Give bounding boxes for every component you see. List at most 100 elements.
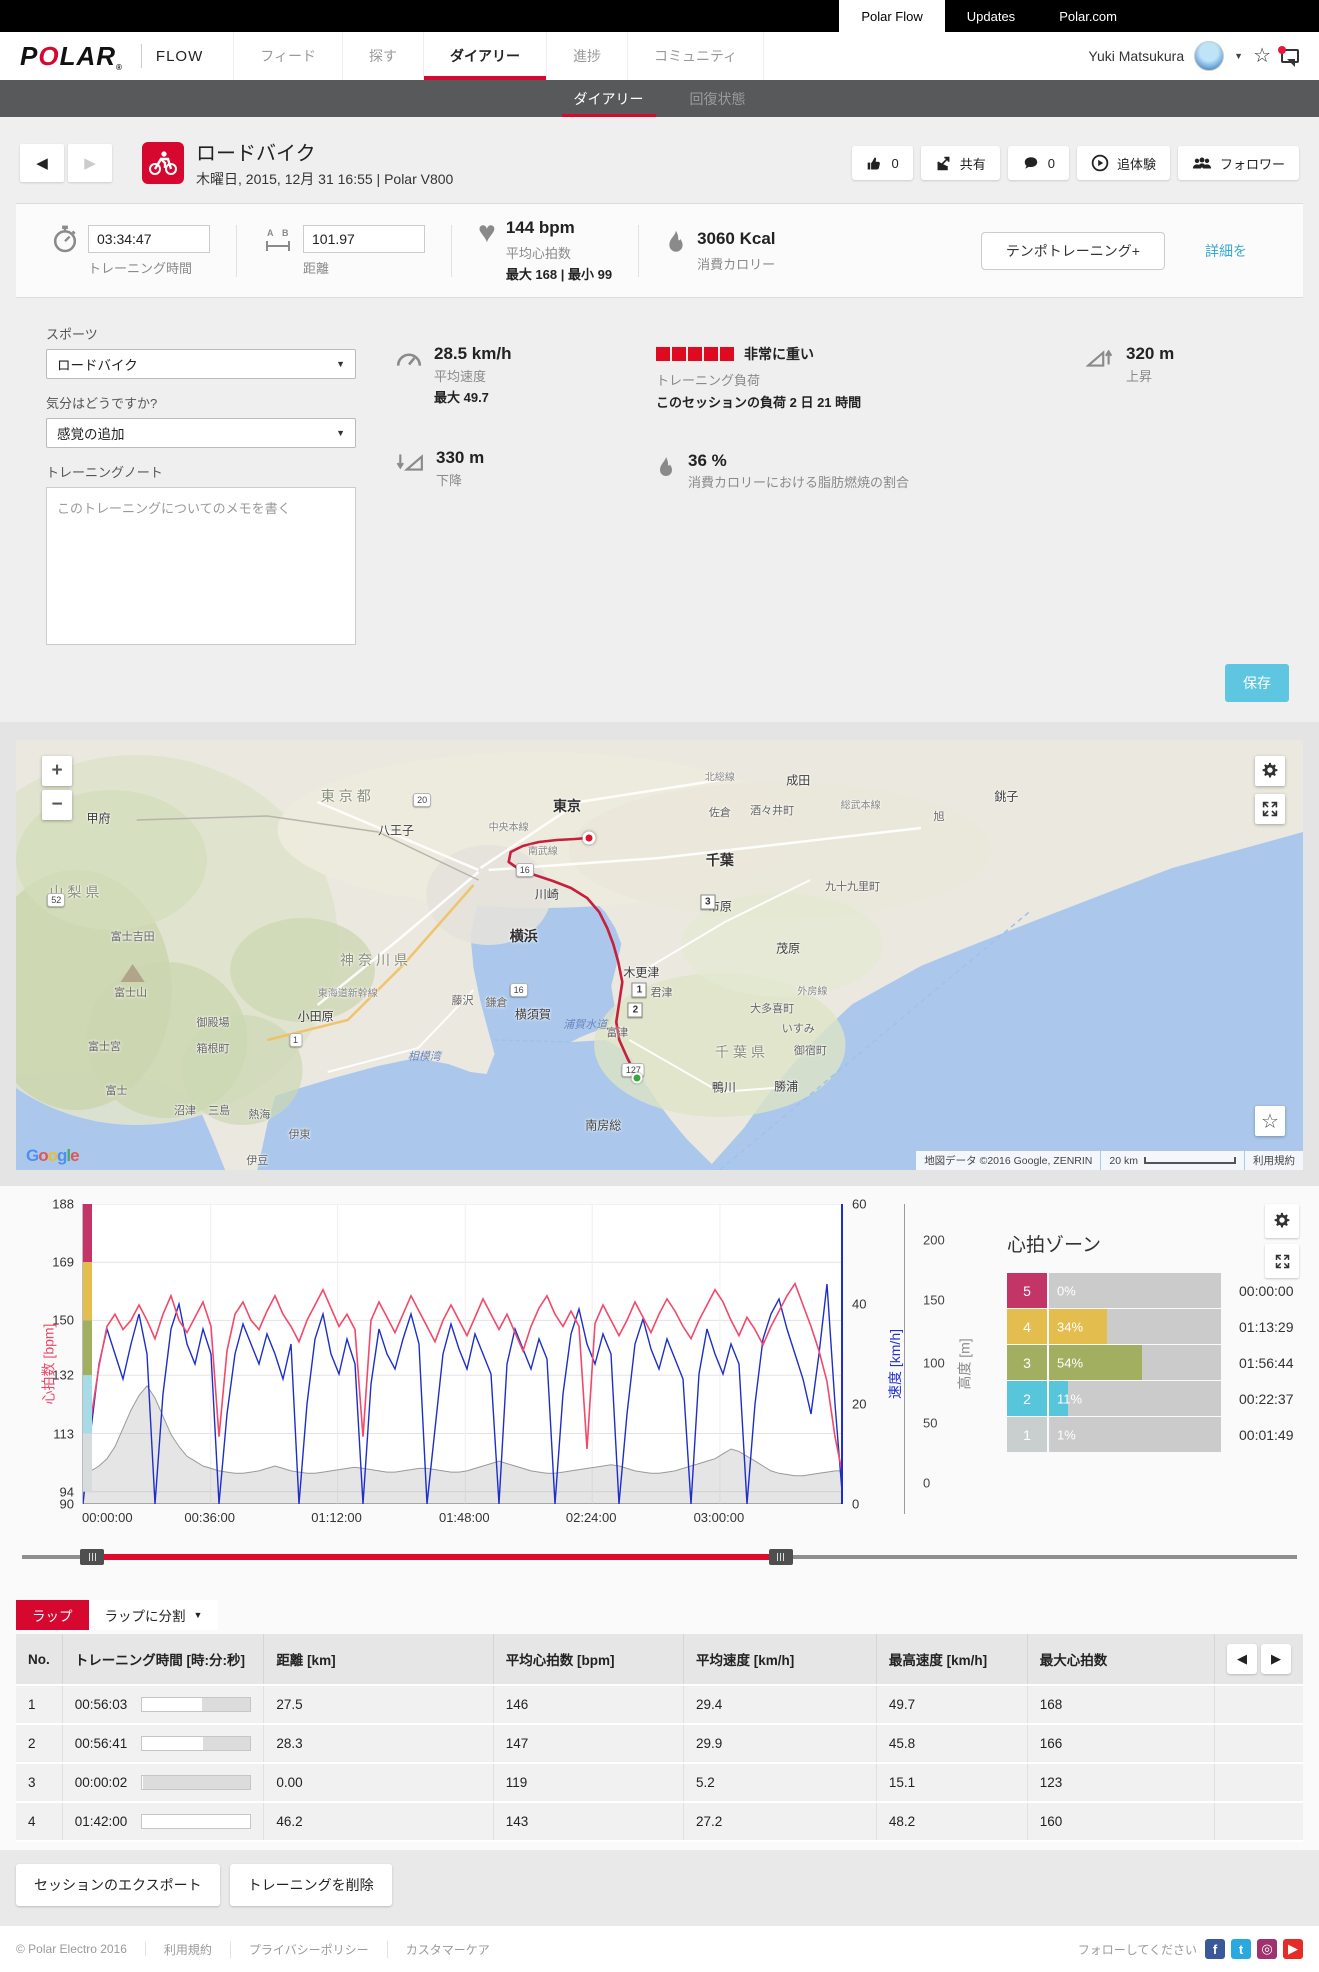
- nav-item[interactable]: ダイアリー: [423, 32, 546, 80]
- sport-select[interactable]: ロードバイク▼: [46, 349, 356, 379]
- zones-settings-gear-button[interactable]: [1265, 1204, 1299, 1238]
- hr-tick: 90: [60, 1497, 74, 1512]
- map-settings-gear-button[interactable]: [1255, 756, 1285, 786]
- slider-handle-left[interactable]: [80, 1549, 104, 1565]
- map-zoom-out-button[interactable]: −: [42, 790, 72, 820]
- slider-handle-right[interactable]: [769, 1549, 793, 1565]
- fat-burn-value: 36 %: [688, 451, 913, 471]
- save-button[interactable]: 保存: [1225, 664, 1289, 702]
- stopwatch-icon: [52, 225, 78, 260]
- map-favorite-star-button[interactable]: ☆: [1255, 1106, 1285, 1136]
- next-session-button[interactable]: ▶: [68, 144, 112, 182]
- laps-prev-page-button[interactable]: ◀: [1227, 1644, 1257, 1674]
- session-action-play[interactable]: 追体験: [1077, 146, 1170, 180]
- session-subtitle: 木曜日, 2015, 12月 31 16:55 | Polar V800: [196, 169, 453, 189]
- facebook-icon[interactable]: f: [1205, 1939, 1225, 1959]
- altitude-area: [83, 1386, 843, 1504]
- zone-percent: 0%: [1057, 1283, 1076, 1298]
- hr-tick: 188: [52, 1197, 74, 1212]
- play-circle-icon: [1091, 154, 1109, 172]
- nav-item[interactable]: フィード: [233, 32, 342, 80]
- distance-input[interactable]: [303, 225, 425, 253]
- session-action-followers[interactable]: フォロワー: [1178, 146, 1299, 180]
- map-label: 川崎: [535, 885, 559, 902]
- map-label: 御宿町: [794, 1042, 827, 1058]
- map-label: 千葉: [706, 850, 734, 870]
- map-label: 外房線: [797, 983, 827, 998]
- feedback-chat-icon[interactable]: [1281, 49, 1299, 63]
- slider-selected-range[interactable]: [92, 1554, 781, 1560]
- stat-distance: AB 距離: [237, 225, 451, 277]
- favorites-star-icon[interactable]: ☆: [1253, 46, 1271, 66]
- load-block: [704, 347, 718, 361]
- map-terms-link[interactable]: 利用規約: [1245, 1151, 1303, 1170]
- user-name[interactable]: Yuki Matsukura: [1088, 48, 1184, 64]
- details-link[interactable]: 詳細を: [1205, 241, 1247, 261]
- route-marker[interactable]: 2: [628, 1002, 643, 1017]
- zones-fullscreen-button[interactable]: [1265, 1244, 1299, 1278]
- lap-row: 2 00:56:41 28.3 147 29.9 45.8 166: [16, 1724, 1303, 1763]
- subnav-item[interactable]: ダイアリー: [556, 80, 662, 117]
- training-chart[interactable]: [82, 1204, 842, 1504]
- laps-next-page-button[interactable]: ▶: [1261, 1644, 1291, 1674]
- duration-input[interactable]: [88, 225, 210, 253]
- topbar-tab[interactable]: Polar.com: [1037, 0, 1139, 32]
- session-action-thumbs-up[interactable]: 0: [852, 146, 912, 180]
- time-axis: 00:00:0000:36:0001:12:0001:48:0002:24:00…: [82, 1504, 842, 1528]
- metric-descent: 330 m 下降: [396, 448, 656, 489]
- speed-tick: 20: [852, 1397, 866, 1412]
- map-label: 相模湾: [408, 1048, 441, 1064]
- instagram-icon[interactable]: ◎: [1257, 1939, 1277, 1959]
- route-map[interactable]: 東京都山梨県神奈川県千葉県東京千葉横浜川崎八王子甲府成田佐倉酒々井町銚子旭九十九…: [16, 740, 1303, 1170]
- zone-time: 00:00:00: [1221, 1273, 1294, 1308]
- twitter-icon[interactable]: t: [1231, 1939, 1251, 1959]
- youtube-icon[interactable]: ▶: [1283, 1939, 1303, 1959]
- copyright: © Polar Electro 2016: [16, 1942, 146, 1956]
- map-label: 九十九里町: [825, 878, 880, 894]
- load-block: [688, 347, 702, 361]
- map-label: 茂原: [776, 939, 800, 956]
- delete-training-button[interactable]: トレーニングを削除: [230, 1864, 392, 1906]
- map-fullscreen-button[interactable]: [1255, 794, 1285, 824]
- subnav-item[interactable]: 回復状態: [672, 80, 764, 117]
- map-label: 鎌倉: [486, 994, 508, 1010]
- feeling-select[interactable]: 感覚の追加▼: [46, 418, 356, 448]
- nav-item[interactable]: 進捗: [546, 32, 627, 80]
- avatar[interactable]: [1194, 41, 1224, 71]
- time-range-slider[interactable]: [22, 1546, 1297, 1568]
- metric-ascent: 320 m 上昇: [1086, 344, 1273, 385]
- previous-session-button[interactable]: ◀: [20, 144, 64, 182]
- user-menu-caret-icon[interactable]: ▼: [1234, 51, 1243, 61]
- training-benefit-button[interactable]: テンポトレーニング+: [981, 232, 1165, 270]
- topbar-tab[interactable]: Updates: [945, 0, 1037, 32]
- speed-tick: 60: [852, 1197, 866, 1212]
- nav-item[interactable]: 探す: [342, 32, 423, 80]
- training-notes-textarea[interactable]: [46, 487, 356, 645]
- polar-logo[interactable]: POLAR®: [20, 41, 123, 72]
- tab-split-laps[interactable]: ラップに分割▼: [89, 1600, 219, 1630]
- map-zoom-in-button[interactable]: +: [42, 756, 72, 786]
- map-label: 富津: [606, 1024, 628, 1040]
- tab-laps[interactable]: ラップ: [16, 1600, 89, 1630]
- nav-item[interactable]: コミュニティ: [627, 32, 764, 80]
- footer-link[interactable]: 利用規約: [146, 1941, 231, 1958]
- export-session-button[interactable]: セッションのエクスポート: [16, 1864, 220, 1906]
- map-label: 伊東: [289, 1126, 311, 1142]
- route-marker[interactable]: 3: [700, 894, 715, 909]
- topbar-tab[interactable]: Polar Flow: [839, 0, 944, 32]
- altitude-tick: 100: [923, 1356, 945, 1371]
- load-block: [720, 347, 734, 361]
- road-badge: 20: [413, 793, 431, 807]
- route-marker[interactable]: 1: [632, 983, 647, 998]
- footer-link[interactable]: プライバシーポリシー: [231, 1941, 388, 1958]
- descent-value: 330 m: [436, 448, 484, 468]
- session-action-comment[interactable]: 0: [1008, 146, 1069, 180]
- zone-strip-segment: [83, 1320, 92, 1375]
- map-label: 神奈川県: [340, 950, 412, 970]
- footer-link[interactable]: カスタマーケア: [388, 1941, 508, 1958]
- sub-nav: ダイアリー回復状態: [0, 80, 1319, 117]
- session-action-share[interactable]: 共有: [921, 146, 1000, 180]
- analysis-card: 心拍数 [bpm] 1881691501321139490 00:00:0000…: [0, 1186, 1319, 1586]
- map-label: 佐倉: [709, 804, 731, 820]
- map-label: 総武本線: [841, 796, 881, 811]
